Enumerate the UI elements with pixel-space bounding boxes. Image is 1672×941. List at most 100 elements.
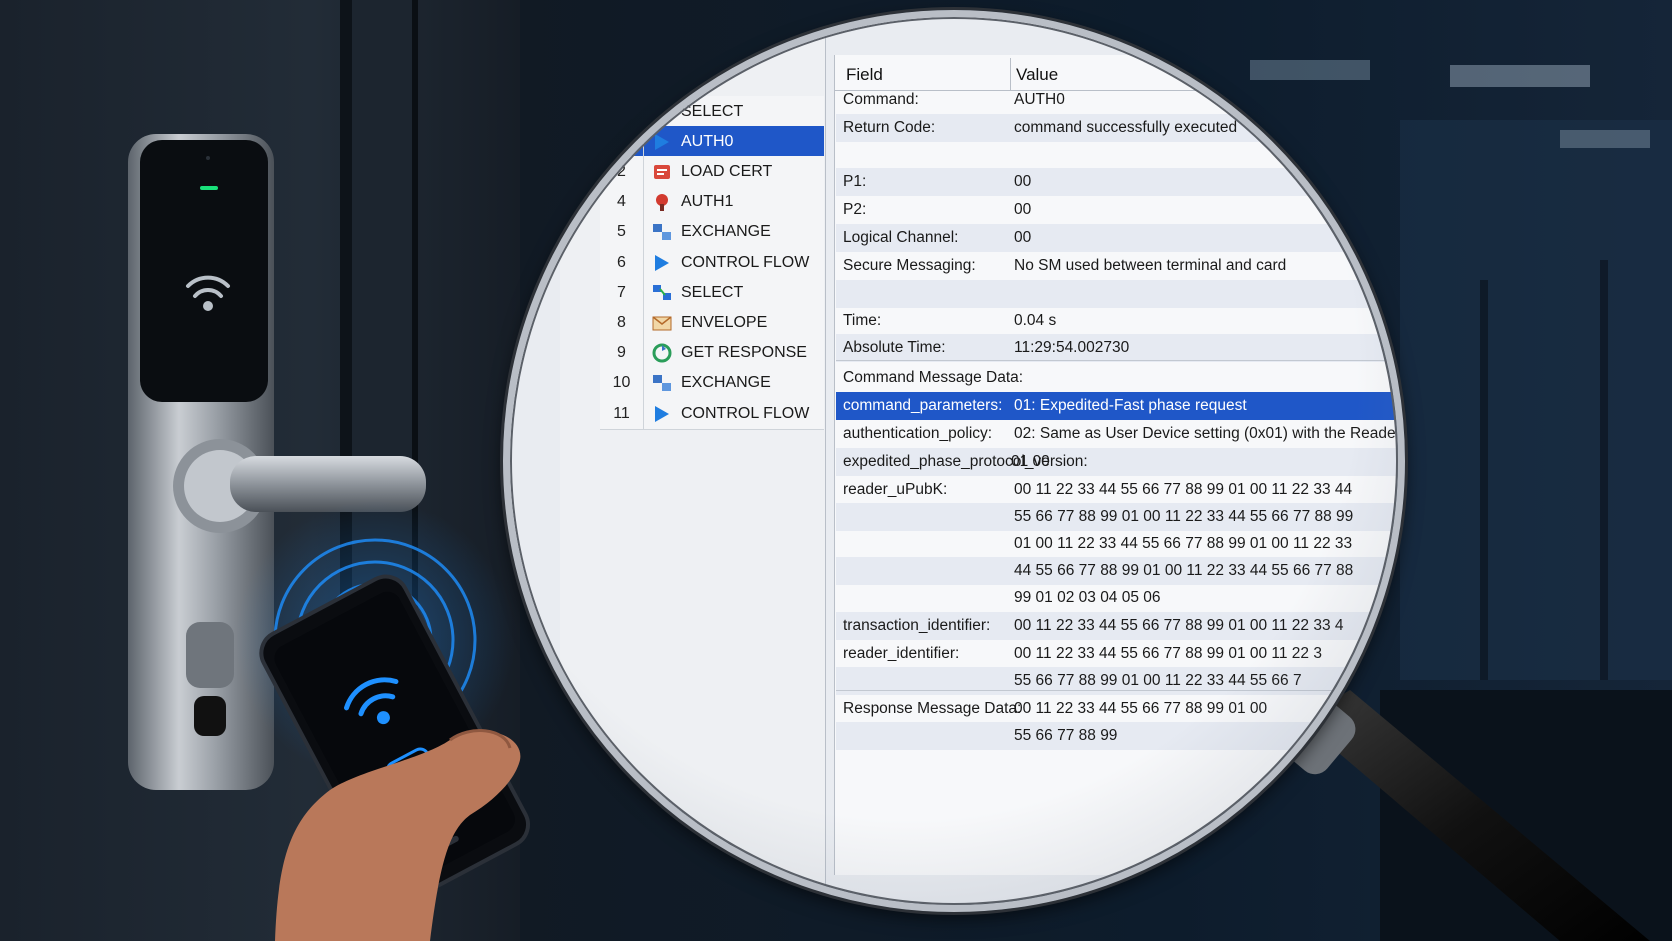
field-value: 55 66 77 88 99 01 00 11 22 33 44 55 66 7…: [1014, 508, 1354, 525]
select-icon: [652, 283, 672, 303]
detail-row[interactable]: [836, 142, 1397, 170]
magnified-app-window: Λcting SELECT AUTH0 2 LOAD CERT 4 AUTH1 5 EXCHA…: [509, 16, 1397, 904]
row-number: [600, 126, 644, 157]
photo-scene: Λcting SELECT AUTH0 2 LOAD CERT 4 AUTH1 5 EXCHA…: [0, 0, 1672, 941]
field-name: Response Message Data:: [843, 700, 1022, 717]
command-label: EXCHANGE: [681, 374, 771, 391]
field-value: 11:29:54.002730: [1014, 339, 1130, 356]
field-name: P1:: [843, 173, 867, 190]
field-value: No SM used between terminal and card: [1014, 257, 1287, 274]
field-value: 00 11 22 33 44 55 66 77 88 99 01 00: [1014, 700, 1268, 717]
detail-row[interactable]: Secure Messaging: No SM used between term…: [836, 252, 1397, 280]
field-name: Time:: [843, 312, 882, 329]
get-response-icon: [652, 343, 672, 363]
field-value: 55 66 77 88 99: [1014, 727, 1118, 744]
field-value: 00: [1014, 173, 1032, 190]
auth-icon: [652, 192, 672, 212]
control-flow-icon: [652, 132, 672, 152]
detail-row[interactable]: 55 66 77 88 99: [836, 722, 1397, 750]
field-value: command successfully executed: [1014, 119, 1238, 136]
detail-row[interactable]: P2: 00: [836, 196, 1397, 224]
status-led: [200, 186, 218, 190]
detail-row[interactable]: Time: 0.04 s: [836, 307, 1397, 335]
command-list-row[interactable]: 2 LOAD CERT: [600, 156, 824, 188]
command-label: AUTH0: [681, 133, 734, 150]
control-flow-icon: [652, 404, 672, 424]
field-value: 00: [1014, 229, 1032, 246]
field-name: authentication_policy:: [843, 425, 993, 442]
row-number: 7: [600, 277, 644, 308]
field-name: P2:: [843, 201, 867, 218]
field-value: 00 11 22 33 44 55 66 77 88 99 01 00 11 2…: [1014, 617, 1344, 634]
command-label: GET RESPONSE: [681, 344, 807, 361]
detail-row[interactable]: command_parameters: 01: Expedited-Fast ph…: [836, 392, 1397, 420]
control-flow-icon: [652, 253, 672, 273]
command-label: ENVELOPE: [681, 314, 768, 331]
command-list-row[interactable]: AUTH0: [600, 126, 824, 158]
field-value: 01 00: [1011, 453, 1050, 470]
detail-row[interactable]: Response Message Data: 00 11 22 33 44 55 …: [836, 695, 1397, 723]
field-name: Absolute Time:: [843, 339, 946, 356]
row-number: [600, 96, 644, 127]
detail-row[interactable]: 44 55 66 77 88 99 01 00 11 22 33 44 55 6…: [836, 557, 1397, 585]
exchange-icon: [652, 222, 672, 242]
detail-row[interactable]: Command: AUTH0: [836, 86, 1397, 114]
detail-row[interactable]: transaction_identifier: 00 11 22 33 44 55…: [836, 612, 1397, 640]
field-name: Logical Channel:: [843, 229, 959, 246]
field-name: reader_uPubK:: [843, 481, 948, 498]
command-label: LOAD CERT: [681, 163, 773, 180]
detail-row[interactable]: reader_uPubK: 00 11 22 33 44 55 66 77 88 …: [836, 476, 1397, 504]
detail-row[interactable]: 01 00 11 22 33 44 55 66 77 88 99 01 00 1…: [836, 530, 1397, 558]
field-value: 02: Same as User Device setting (0x01) w…: [1014, 425, 1396, 442]
command-list-row[interactable]: 10 EXCHANGE: [600, 367, 824, 399]
field-name: expedited_phase_protocol_version:: [843, 453, 1088, 470]
command-list-row[interactable]: 7 SELECT: [600, 277, 824, 309]
command-label: CONTROL FLOW: [681, 405, 810, 422]
field-name: Secure Messaging:: [843, 257, 976, 274]
field-value: 44 55 66 77 88 99 01 00 11 22 33 44 55 6…: [1014, 562, 1354, 579]
field-value: 00 11 22 33 44 55 66 77 88 99 01 00 11 2…: [1014, 481, 1353, 498]
command-label: EXCHANGE: [681, 223, 771, 240]
command-list-row[interactable]: 4 AUTH1: [600, 186, 824, 218]
detail-row[interactable]: Absolute Time: 11:29:54.002730: [836, 334, 1397, 362]
command-label: SELECT: [681, 103, 744, 120]
detail-row[interactable]: reader_identifier: 00 11 22 33 44 55 66 7…: [836, 640, 1397, 668]
detail-row[interactable]: [836, 280, 1397, 308]
row-number: 5: [600, 216, 644, 247]
row-number: 9: [600, 337, 644, 368]
command-list-row[interactable]: 8 ENVELOPE: [600, 307, 824, 339]
row-number: 8: [600, 307, 644, 338]
field-name: command_parameters:: [843, 397, 1003, 414]
field-value: 00 11 22 33 44 55 66 77 88 99 01 00 11 2…: [1014, 645, 1322, 662]
row-number: 4: [600, 186, 644, 217]
command-list-row[interactable]: 6 CONTROL FLOW: [600, 247, 824, 279]
field-name: Command:: [843, 91, 919, 108]
command-label: AUTH1: [681, 193, 734, 210]
detail-row[interactable]: Command Message Data:: [836, 364, 1397, 392]
detail-row[interactable]: Return Code: command successfully execute…: [836, 114, 1397, 142]
detail-row[interactable]: 55 66 77 88 99 01 00 11 22 33 44 55 66 7…: [836, 503, 1397, 531]
detail-row[interactable]: Logical Channel: 00: [836, 224, 1397, 252]
command-list-row[interactable]: 9 GET RESPONSE: [600, 337, 824, 369]
command-list-row[interactable]: SELECT: [600, 96, 824, 128]
load-cert-icon: [652, 162, 672, 182]
command-label: SELECT: [681, 284, 744, 301]
field-value: 99 01 02 03 04 05 06: [1014, 589, 1161, 606]
section-divider: [836, 690, 1397, 691]
envelope-icon: [652, 313, 672, 333]
detail-row[interactable]: authentication_policy: 02: Same as User D…: [836, 420, 1397, 448]
row-number: 10: [600, 367, 644, 398]
field-value: 0.04 s: [1014, 312, 1057, 329]
command-list-row[interactable]: 5 EXCHANGE: [600, 216, 824, 248]
command-list-row[interactable]: 11 CONTROL FLOW: [600, 398, 824, 430]
detail-row[interactable]: expedited_phase_protocol_version: 01 00: [836, 448, 1397, 476]
row-number: 6: [600, 247, 644, 278]
select-icon: [652, 102, 672, 122]
row-number: 2: [600, 156, 644, 187]
detail-row[interactable]: P1: 00: [836, 168, 1397, 196]
field-name: reader_identifier:: [843, 645, 960, 662]
field-name: Command Message Data:: [843, 369, 1024, 386]
field-name: Return Code:: [843, 119, 936, 136]
field-value: 01: Expedited-Fast phase request: [1014, 397, 1247, 414]
detail-row[interactable]: 99 01 02 03 04 05 06: [836, 584, 1397, 612]
